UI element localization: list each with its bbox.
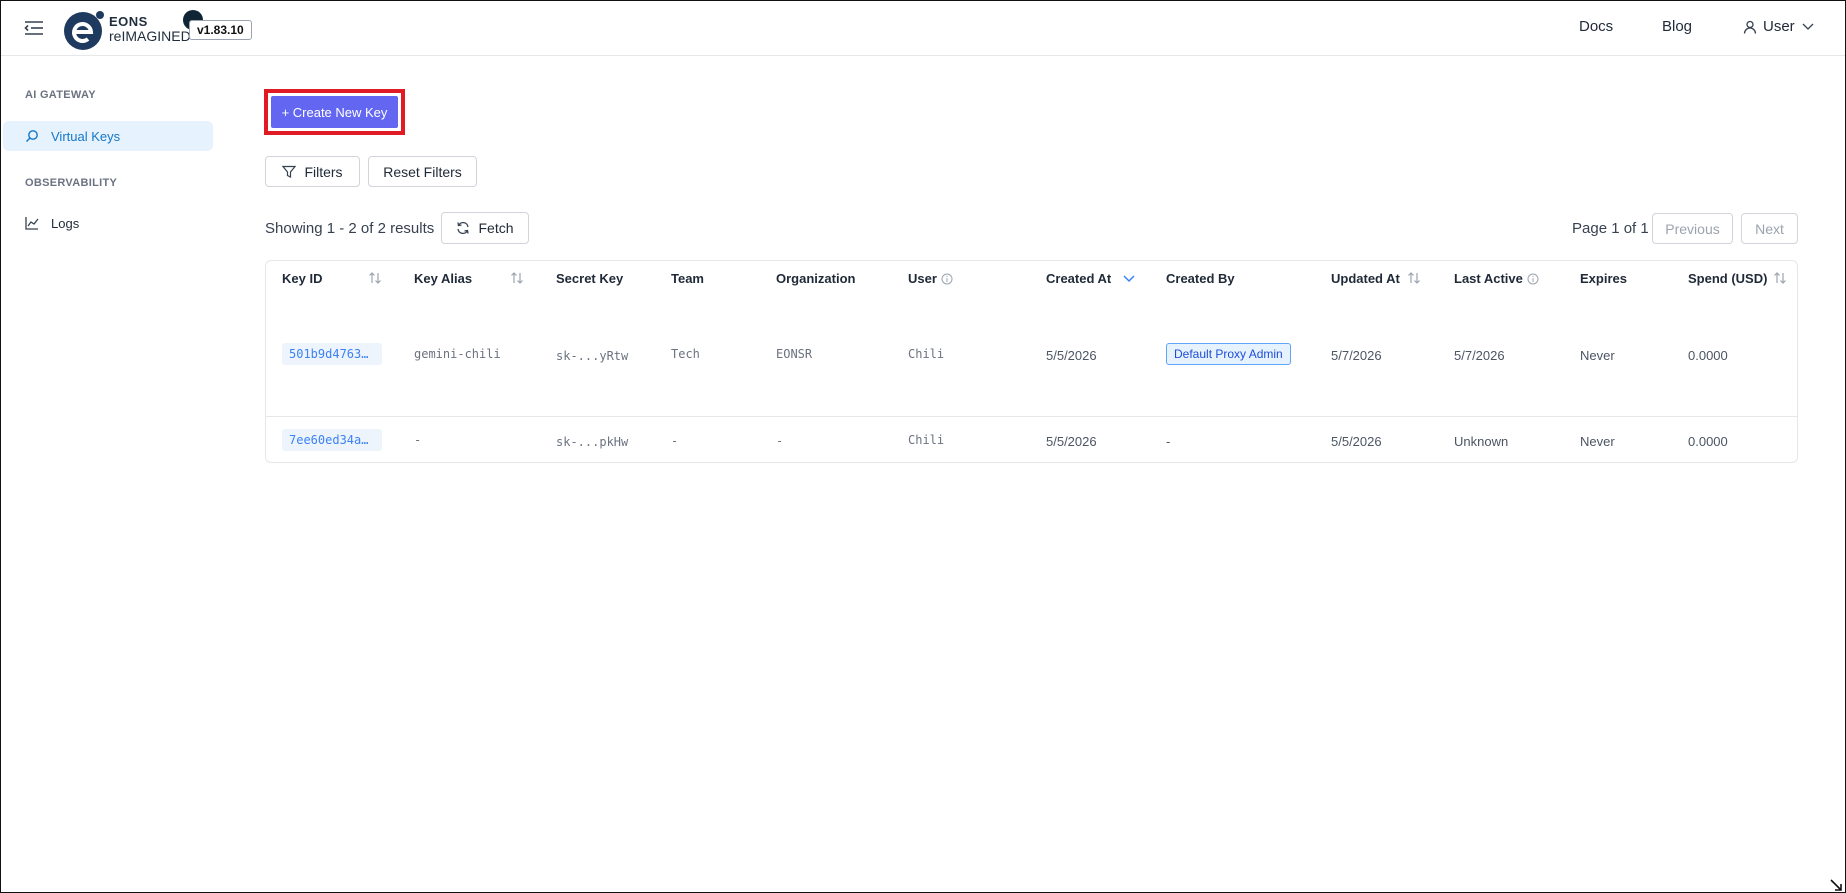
row-divider	[266, 416, 1797, 417]
team-cell: Tech	[671, 347, 700, 361]
filters-label: Filters	[304, 163, 343, 180]
sidebar-item-label: Virtual Keys	[51, 128, 121, 144]
last-active-cell: 5/7/2026	[1454, 348, 1505, 363]
next-page-button[interactable]: Next	[1741, 213, 1798, 244]
column-header-key-alias[interactable]: Key Alias	[414, 271, 472, 286]
resize-handle-icon[interactable]	[1830, 879, 1842, 891]
version-badge: v1.83.10	[189, 20, 252, 40]
created-by-tag: Default Proxy Admin	[1166, 343, 1291, 365]
column-header-key-id[interactable]: Key ID	[282, 271, 322, 286]
expires-cell: Never	[1580, 434, 1615, 449]
info-icon[interactable]	[941, 273, 953, 285]
key-alias-cell: -	[414, 433, 422, 447]
column-header-last-active-label: Last Active	[1454, 271, 1523, 286]
column-header-created-at-label: Created At	[1046, 271, 1112, 286]
top-header: EONS reIMAGINED v1.83.10 Docs Blog User	[1, 1, 1845, 56]
user-menu[interactable]: User	[1743, 18, 1815, 35]
created-by-cell: -	[1166, 434, 1171, 449]
secret-key-cell: sk-...yRtw	[556, 349, 629, 363]
user-label: User	[1763, 18, 1795, 35]
created-at-cell: 5/5/2026	[1046, 434, 1097, 449]
sidebar: AI GATEWAY Virtual Keys OBSERVABILITY Lo…	[1, 56, 221, 892]
column-header-updated-at[interactable]: Updated At	[1331, 271, 1400, 286]
column-header-created-at[interactable]: Created At	[1046, 271, 1137, 286]
updated-at-cell: 5/5/2026	[1331, 434, 1382, 449]
sort-icon[interactable]	[1772, 270, 1788, 286]
column-header-last-active: Last Active	[1454, 271, 1539, 286]
sidebar-item-label: Logs	[51, 215, 80, 231]
eons-logo-icon	[64, 11, 104, 50]
filters-button[interactable]: Filters	[265, 156, 360, 187]
brand-line-2: reIMAGINED	[109, 28, 191, 44]
brand-line-1: EONS	[109, 14, 148, 29]
sidebar-section-ai-gateway: AI GATEWAY	[25, 89, 96, 101]
last-active-cell: Unknown	[1454, 434, 1509, 449]
sort-desc-icon[interactable]	[1121, 273, 1137, 285]
fetch-label: Fetch	[478, 220, 514, 236]
column-header-secret-key: Secret Key	[556, 271, 624, 286]
line-chart-icon	[25, 217, 39, 230]
column-header-organization: Organization	[776, 271, 856, 286]
fetch-button[interactable]: Fetch	[441, 212, 529, 244]
secret-key-cell: sk-...pkHw	[556, 435, 629, 449]
sidebar-item-virtual-keys[interactable]: Virtual Keys	[3, 121, 213, 151]
info-icon[interactable]	[1527, 273, 1539, 285]
blog-link[interactable]: Blog	[1662, 18, 1692, 35]
updated-at-cell: 5/7/2026	[1331, 348, 1382, 363]
chevron-down-icon	[1802, 23, 1814, 30]
created-at-cell: 5/5/2026	[1046, 348, 1097, 363]
organization-cell: -	[776, 434, 784, 448]
column-header-team: Team	[671, 271, 704, 286]
search-icon	[26, 130, 38, 142]
create-key-highlight: + Create New Key	[264, 89, 405, 135]
refresh-icon	[457, 221, 470, 235]
menu-collapse-icon[interactable]	[23, 18, 45, 38]
virtual-keys-table: Key ID Key Alias Secret Key Team Organiz…	[265, 260, 1798, 463]
user-cell: Chili	[908, 433, 945, 447]
sidebar-section-observability: OBSERVABILITY	[25, 177, 118, 189]
column-header-spend[interactable]: Spend (USD)	[1688, 271, 1767, 286]
previous-page-button[interactable]: Previous	[1652, 213, 1733, 244]
sort-icon[interactable]	[1406, 270, 1422, 286]
key-alias-cell: gemini-chili	[414, 347, 501, 361]
user-icon	[1743, 20, 1757, 34]
column-header-expires: Expires	[1580, 271, 1627, 286]
column-header-created-by: Created By	[1166, 271, 1235, 286]
sidebar-item-logs[interactable]: Logs	[3, 208, 213, 238]
team-cell: -	[671, 434, 679, 448]
filter-icon	[282, 165, 297, 178]
sort-icon[interactable]	[509, 270, 525, 286]
sort-icon[interactable]	[367, 270, 383, 286]
column-header-user: User	[908, 271, 953, 286]
results-count: Showing 1 - 2 of 2 results	[265, 220, 435, 237]
user-cell: Chili	[908, 347, 945, 361]
page-indicator: Page 1 of 1	[1572, 220, 1649, 237]
reset-filters-button[interactable]: Reset Filters	[368, 156, 477, 187]
docs-link[interactable]: Docs	[1579, 18, 1613, 35]
create-new-key-button[interactable]: + Create New Key	[271, 96, 398, 128]
brand-name: EONS reIMAGINED	[109, 14, 191, 44]
spend-cell: 0.0000	[1688, 348, 1728, 363]
spend-cell: 0.0000	[1688, 434, 1728, 449]
key-id-cell[interactable]: 501b9d4763…	[282, 343, 382, 365]
key-id-cell[interactable]: 7ee60ed34a…	[282, 429, 382, 451]
organization-cell: EONSR	[776, 347, 813, 361]
expires-cell: Never	[1580, 348, 1615, 363]
column-header-user-label: User	[908, 271, 937, 286]
